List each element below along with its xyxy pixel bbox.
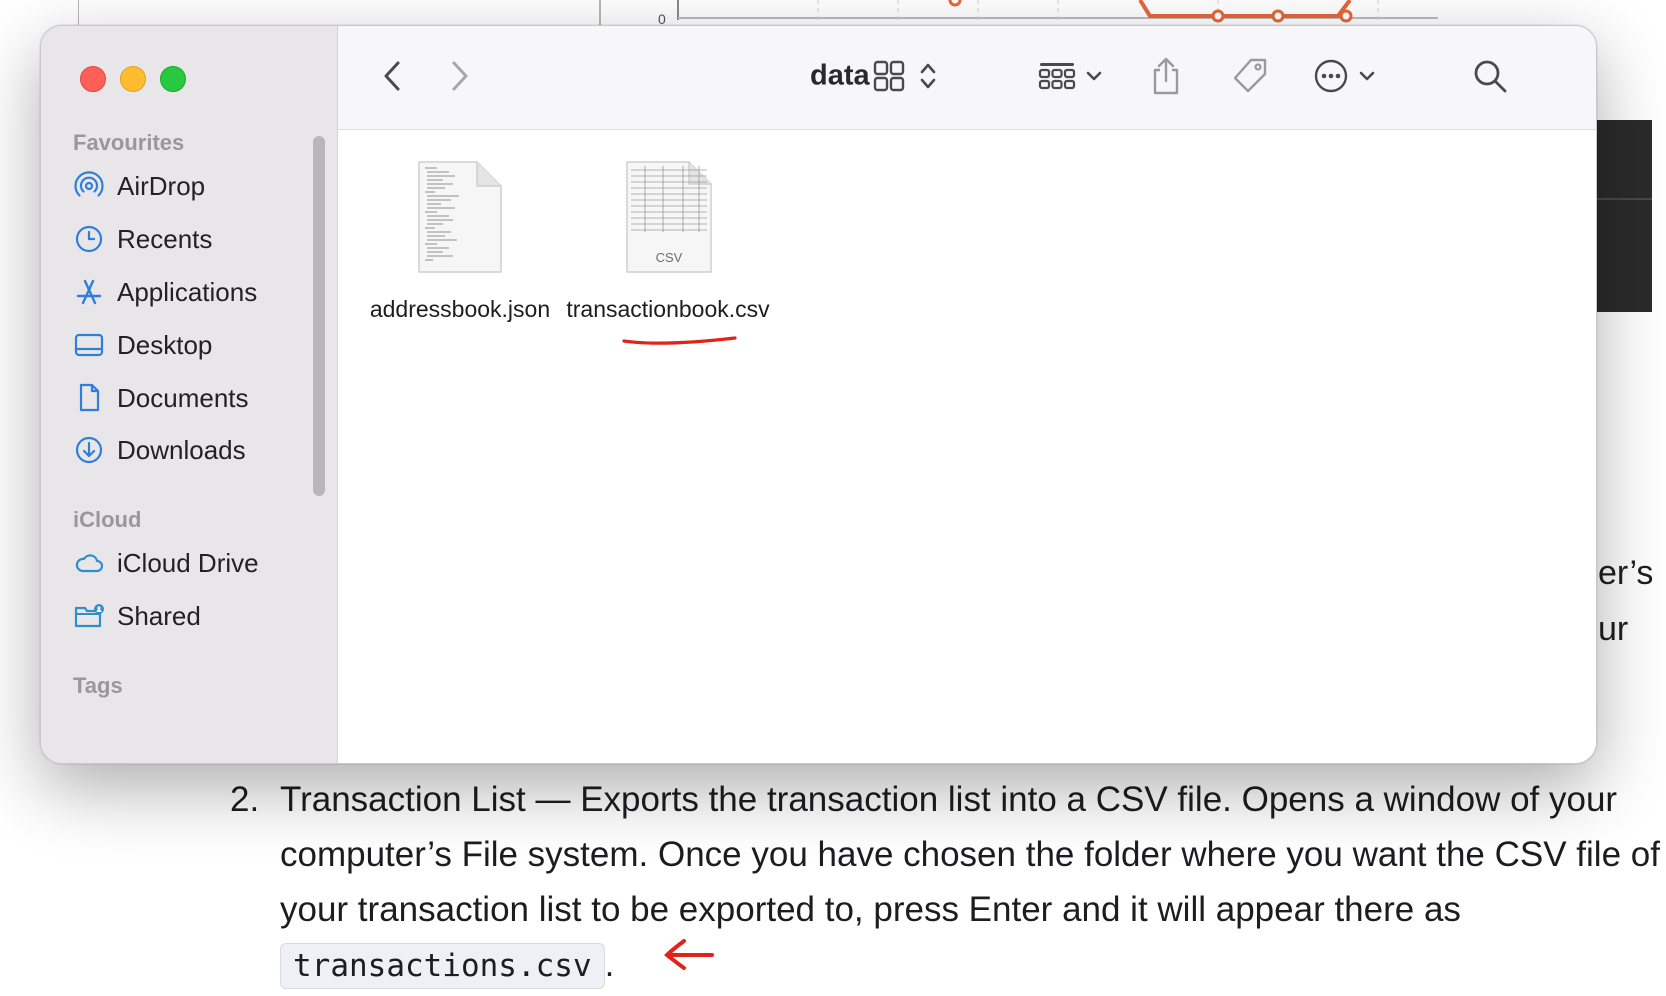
- sidebar-item-label: Documents: [117, 382, 249, 413]
- file-item[interactable]: CSV transactionbook.csv: [563, 160, 773, 325]
- back-button[interactable]: [378, 54, 408, 98]
- list-number: 2.: [230, 780, 260, 819]
- forward-chevron-icon: [452, 61, 468, 91]
- close-window-button[interactable]: [80, 66, 106, 92]
- sidebar-section-tags: Tags: [73, 673, 123, 698]
- sidebar-item-downloads[interactable]: Downloads: [73, 428, 246, 472]
- clock-icon: [75, 225, 103, 253]
- background-text-fragment: er’s: [1598, 554, 1654, 592]
- file-item[interactable]: addressbook.json: [355, 160, 565, 325]
- download-icon: [75, 436, 103, 464]
- search-icon: [1474, 60, 1507, 93]
- sidebar-item-documents[interactable]: Documents: [73, 376, 249, 420]
- annotation-underline: [622, 336, 737, 345]
- file-grid: addressbook.json CSV transactionbook.csv: [338, 130, 1596, 763]
- sidebar-item-label: iCloud Drive: [117, 547, 259, 578]
- background-list-item: 2. Transaction List — Exports the transa…: [230, 772, 1660, 994]
- sidebar-section-favourites: Favourites: [73, 130, 185, 155]
- json-file-icon: [418, 161, 502, 273]
- group-by-button[interactable]: [1036, 54, 1106, 98]
- sidebar: Favourites AirDrop Recents Applications: [41, 26, 338, 763]
- icon-grid-view-icon: [873, 60, 905, 92]
- list-item-trailing: .: [604, 945, 615, 984]
- sidebar-item-recents[interactable]: Recents: [73, 217, 212, 261]
- inline-code: transactions.csv: [280, 943, 605, 989]
- sidebar-item-shared[interactable]: Shared: [73, 594, 201, 638]
- group-by-icon: [1038, 63, 1076, 90]
- airdrop-icon: [74, 171, 104, 197]
- file-name: transactionbook.csv: [566, 296, 770, 322]
- search-button[interactable]: [1470, 54, 1510, 98]
- sidebar-item-label: Desktop: [117, 329, 213, 360]
- applications-icon: [76, 279, 102, 305]
- desktop-icon: [74, 333, 104, 357]
- more-actions-button[interactable]: [1310, 54, 1380, 98]
- sidebar-scrollbar[interactable]: [313, 136, 325, 496]
- shared-folder-icon: [74, 604, 104, 628]
- toolbar: data: [338, 26, 1596, 130]
- csv-file-icon: CSV: [626, 161, 712, 273]
- sidebar-item-label: Downloads: [117, 434, 246, 465]
- sidebar-item-icloud-drive[interactable]: iCloud Drive: [73, 541, 259, 585]
- document-icon: [79, 383, 100, 412]
- share-icon: [1153, 57, 1179, 95]
- sidebar-item-label: Shared: [117, 600, 201, 631]
- forward-button[interactable]: [444, 54, 474, 98]
- finder-window: Favourites AirDrop Recents Applications: [40, 25, 1597, 764]
- sidebar-item-label: Applications: [117, 276, 258, 307]
- background-text-fragment: ur: [1598, 610, 1629, 648]
- back-chevron-icon: [384, 61, 400, 91]
- sidebar-item-airdrop[interactable]: AirDrop: [73, 164, 205, 208]
- background-dark-panel: [1590, 120, 1652, 312]
- tag-icon: [1233, 58, 1267, 93]
- list-item-text: Transaction List — Exports the transacti…: [280, 780, 1660, 929]
- share-button[interactable]: [1146, 54, 1186, 98]
- chevron-down-icon: [1086, 71, 1102, 81]
- ellipsis-circle-icon: [1314, 59, 1348, 93]
- file-name: addressbook.json: [369, 296, 551, 322]
- sidebar-item-applications[interactable]: Applications: [73, 270, 257, 314]
- view-mode-button[interactable]: [866, 54, 946, 98]
- folder-title: data: [810, 59, 870, 92]
- file-type-badge: CSV: [656, 250, 683, 265]
- tags-button[interactable]: [1228, 54, 1272, 98]
- cloud-icon: [75, 554, 104, 573]
- minimize-window-button[interactable]: [120, 66, 146, 92]
- annotation-arrow-icon: [664, 939, 714, 970]
- sidebar-item-label: AirDrop: [117, 170, 206, 201]
- sidebar-item-desktop[interactable]: Desktop: [73, 323, 212, 367]
- sidebar-item-label: Recents: [117, 223, 213, 254]
- chevron-down-icon: [1359, 71, 1375, 81]
- chevron-up-down-icon: [920, 63, 936, 89]
- zoom-window-button[interactable]: [160, 66, 186, 92]
- sidebar-section-icloud: iCloud: [73, 507, 142, 532]
